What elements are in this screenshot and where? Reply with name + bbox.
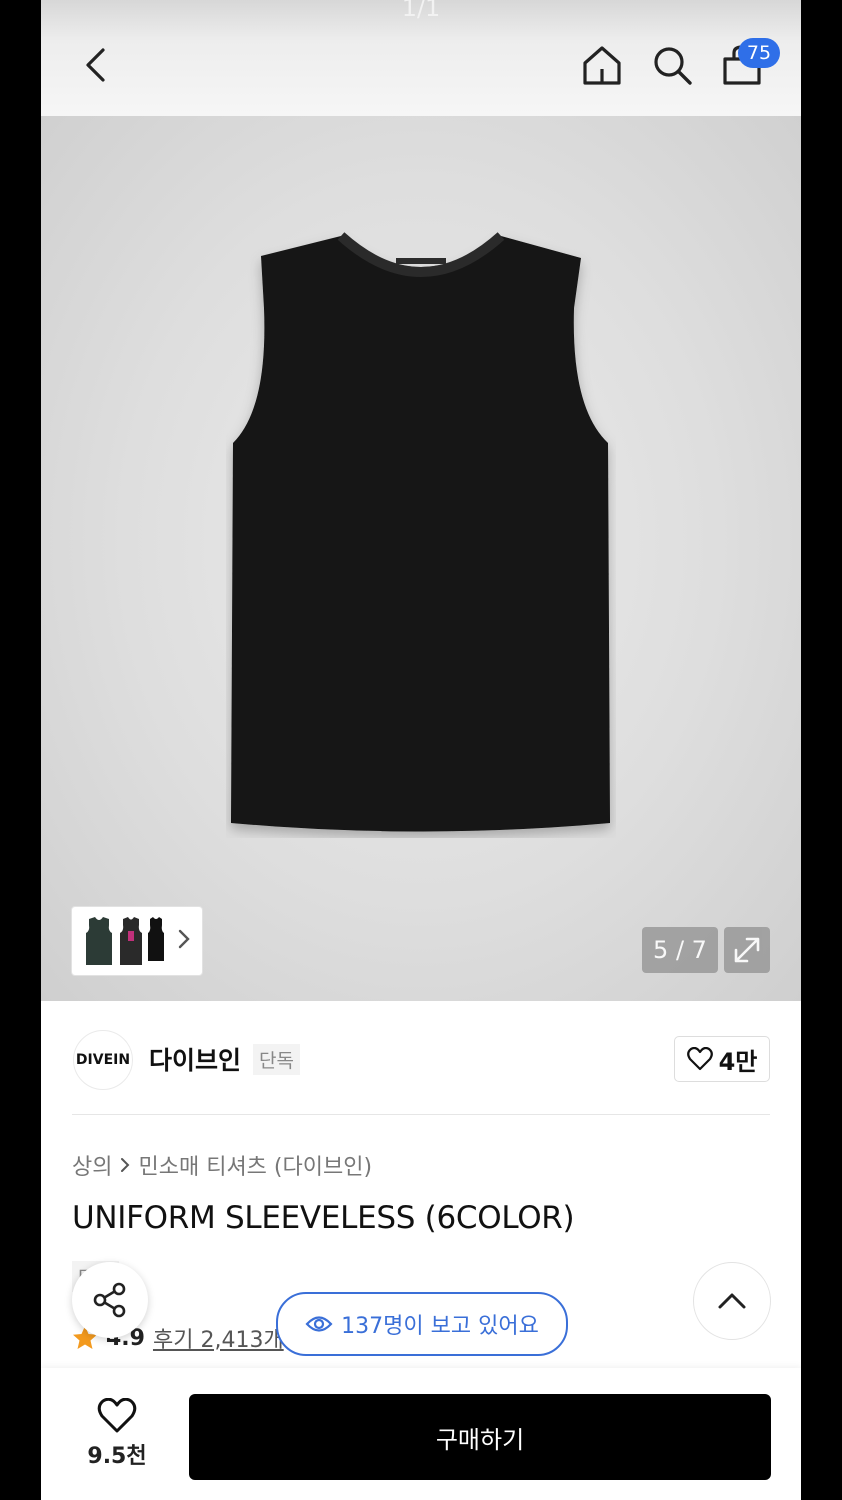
search-icon bbox=[654, 47, 692, 85]
brand-logo[interactable]: DIVEIN bbox=[73, 1030, 133, 1090]
divider bbox=[72, 1114, 770, 1115]
brand-like-button[interactable]: 4만 bbox=[674, 1036, 770, 1082]
chevron-up-icon bbox=[718, 1293, 746, 1309]
image-page-indicator: 5 / 7 bbox=[642, 927, 718, 973]
thumbnail-green bbox=[86, 917, 112, 965]
search-button[interactable] bbox=[647, 40, 697, 90]
wishlist-button[interactable]: 9.5천 bbox=[77, 1398, 157, 1478]
share-button[interactable] bbox=[72, 1262, 148, 1338]
brand-exclusive-tag: 단독 bbox=[253, 1044, 300, 1075]
scroll-to-top-button[interactable] bbox=[693, 1262, 771, 1340]
back-button[interactable] bbox=[71, 40, 121, 90]
breadcrumb: 상의 민소매 티셔츠 (다이브인) bbox=[72, 1149, 372, 1181]
chevron-right-icon bbox=[121, 1158, 130, 1172]
color-thumbnails[interactable] bbox=[71, 906, 203, 976]
expand-image-button[interactable] bbox=[724, 927, 770, 973]
live-viewers-text: 137명이 보고 있어요 bbox=[341, 1314, 539, 1339]
chevron-right-icon bbox=[178, 929, 190, 949]
chevron-left-icon bbox=[86, 48, 105, 82]
thumbnail-black bbox=[148, 917, 164, 961]
breadcrumb-category[interactable]: 상의 bbox=[72, 1149, 112, 1181]
review-count-link[interactable]: 후기 2,413개 bbox=[153, 1322, 284, 1354]
bottom-action-bar: 9.5천 구매하기 bbox=[41, 1368, 801, 1500]
thumbnail-pink bbox=[120, 917, 142, 965]
brand-like-count: 4만 bbox=[718, 1047, 758, 1076]
share-icon bbox=[93, 1282, 126, 1318]
heart-icon bbox=[97, 1398, 137, 1433]
heart-icon bbox=[686, 1047, 713, 1071]
brand-name[interactable]: 다이브인 bbox=[149, 1041, 241, 1077]
cart-count-badge: 75 bbox=[738, 38, 780, 68]
product-title: UNIFORM SLEEVELESS (6COLOR) bbox=[72, 1200, 575, 1236]
product-image-gallery[interactable]: 5 / 7 bbox=[41, 116, 801, 1001]
product-detail-screen: 75 5 / 7 DIVEIN 다이브인 단독 4만 상의 민소매 티셔츠 (다… bbox=[41, 0, 801, 1500]
breadcrumb-subcategory[interactable]: 민소매 티셔츠 (다이브인) bbox=[138, 1149, 372, 1181]
wishlist-count: 9.5천 bbox=[87, 1444, 147, 1469]
live-viewers-pill: 137명이 보고 있어요 bbox=[276, 1292, 568, 1356]
home-button[interactable] bbox=[577, 40, 627, 90]
eye-icon bbox=[305, 1316, 333, 1332]
product-image bbox=[231, 232, 610, 832]
home-icon bbox=[583, 46, 621, 85]
image-counter: 1/1 bbox=[401, 0, 441, 22]
expand-icon bbox=[734, 937, 760, 963]
buy-button[interactable]: 구매하기 bbox=[189, 1394, 771, 1480]
